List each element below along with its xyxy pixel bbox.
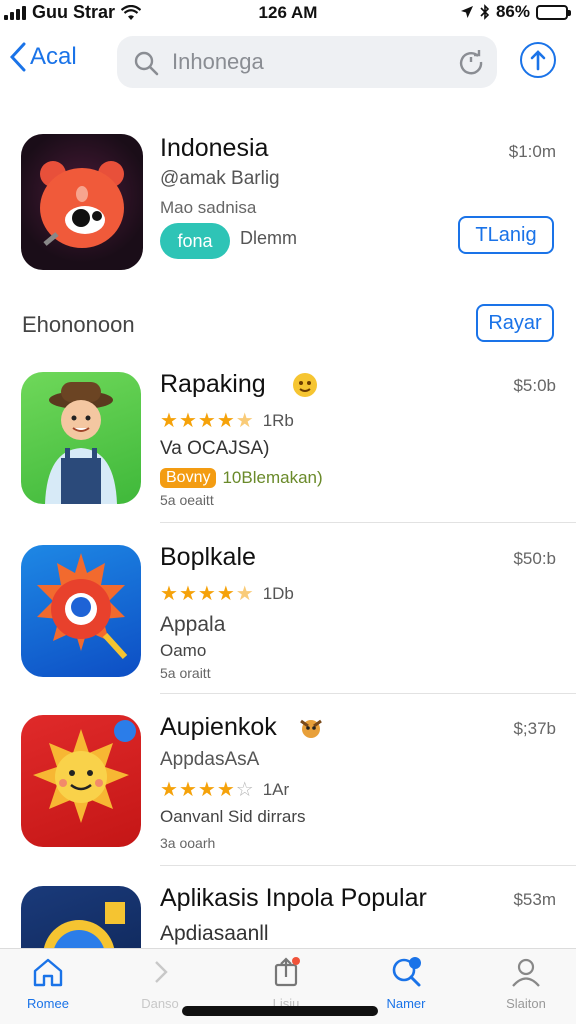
featured-price: $1:0m [508,142,556,161]
app-subtitle: Va OCAJSA) [160,438,270,459]
star-icon: ★ [197,410,216,432]
search-input[interactable]: Inhonega [172,49,264,75]
star-icon: ★ [216,410,235,432]
app-tag-line: Bovny 10Blemakan) [160,468,323,488]
star-rating: ★ ★ ★ ★ ★ 1Rb [160,408,294,433]
star-rating: ★ ★ ★ ★ ★ 1Db [160,581,294,606]
app-detail: Oanvanl Sid dirrars [160,807,306,826]
app-subtitle: Appala [160,613,226,636]
featured-chip-label: Dlemm [240,228,297,248]
tab-label: Romee [27,996,69,1011]
app-detail: Oamo [160,641,207,660]
app-meta: 3a ooarh [160,835,216,851]
app-title: Rapaking [160,370,266,398]
star-icon: ★ [216,583,235,605]
app-meta: 5a oraitt [160,665,211,681]
rating-count: 1Ar [262,779,290,799]
app-icon [21,886,141,948]
app-icon [21,545,141,677]
app-tag-note: 10Blemakan) [222,468,323,487]
star-icon: ★ [178,779,197,801]
location-icon [460,6,473,18]
featured-title: Indonesia [160,134,269,162]
star-icon: ★ [197,779,216,801]
app-icon [21,372,141,504]
app-price: $50:b [513,549,556,568]
app-price: $;37b [513,719,556,738]
star-icon: ★ [160,779,178,801]
star-icon: ★ [216,779,235,801]
home-indicator [182,1006,378,1016]
divider [160,865,576,866]
status-bar: Guu Strar 126 AM 86% [0,0,576,26]
search-icon [134,51,159,76]
battery-percent: 86% [495,2,530,21]
star-icon: ★ [235,410,254,432]
share-icon [274,957,300,987]
app-icon [21,715,141,847]
list-item[interactable]: Aupienkok $;37b AppdasAsA ★ ★ ★ ★ ☆ 1Ar Oanva… [0,713,576,866]
section-see-all-button[interactable]: Rayar [476,304,554,342]
app-tag: Bovny [160,468,217,488]
back-label: Acal [30,43,77,70]
rating-count: 1Rb [262,410,294,430]
app-title: Boplkale [160,543,256,571]
tab-slaiton[interactable]: Slaiton [478,955,574,1011]
tab-home[interactable]: Romee [0,955,96,1011]
app-title: Aplikasis Inpola Popular [160,886,427,912]
back-button[interactable]: Acal [10,42,77,72]
character-icon [300,719,322,738]
featured-app-icon [21,134,143,270]
tab-label: Slaiton [506,996,546,1011]
featured-subtitle: Mao sadnisa [160,198,257,217]
app-price: $53m [513,890,556,909]
rating-count: 1Db [262,583,294,603]
tab-danso[interactable]: Danso [112,955,208,1011]
list-item[interactable]: Aplikasis Inpola Popular $53m Apdiasaanl… [0,886,576,948]
featured-chip[interactable]: fona [160,223,230,259]
star-icon: ★ [235,583,254,605]
app-meta: 5a oeaitt [160,492,214,508]
star-icon: ★ [178,583,197,605]
section-header: Ehononoon Rayar [0,300,576,348]
featured-app[interactable]: Indonesia @amak Barlig Mao sadnisa fona … [0,120,576,280]
share-button[interactable] [520,42,556,78]
divider [160,693,576,694]
list-item[interactable]: Boplkale $50:b ★ ★ ★ ★ ★ 1Db Appala Oamo 5a o… [0,543,576,695]
star-icon: ★ [160,410,178,432]
refresh-icon[interactable] [457,48,485,76]
share-icon [530,50,546,71]
face-icon [293,373,317,397]
tab-namer[interactable]: Namer [358,955,454,1011]
person-icon [512,958,540,987]
app-title: Aupienkok [160,713,277,741]
list-item[interactable]: Rapaking $5:0b ★ ★ ★ ★ ★ 1Rb Va OCAJSA) Bovny… [0,370,576,523]
tab-lisiu[interactable]: Lisiu [238,955,334,1011]
featured-get-button[interactable]: TLanig [458,216,554,254]
featured-developer: @amak Barlig [160,168,280,189]
star-rating: ★ ★ ★ ★ ☆ 1Ar [160,777,289,802]
star-icon: ★ [197,583,216,605]
star-icon: ☆ [235,779,254,801]
app-subtitle: Apdiasaanll [160,922,269,945]
chevron-right-icon [155,961,168,983]
search-field[interactable]: Inhonega [117,36,497,88]
app-price: $5:0b [513,376,556,395]
bluetooth-icon [480,4,490,20]
search-icon [392,957,421,987]
battery-icon [536,4,571,20]
chevron-left-icon [10,42,26,72]
app-subtitle: AppdasAsA [160,749,260,770]
home-icon [33,958,63,987]
divider [160,522,576,523]
star-icon: ★ [160,583,178,605]
star-icon: ★ [178,410,197,432]
navigation-bar: Acal Inhonega [0,34,576,90]
section-title: Ehononoon [22,312,135,337]
